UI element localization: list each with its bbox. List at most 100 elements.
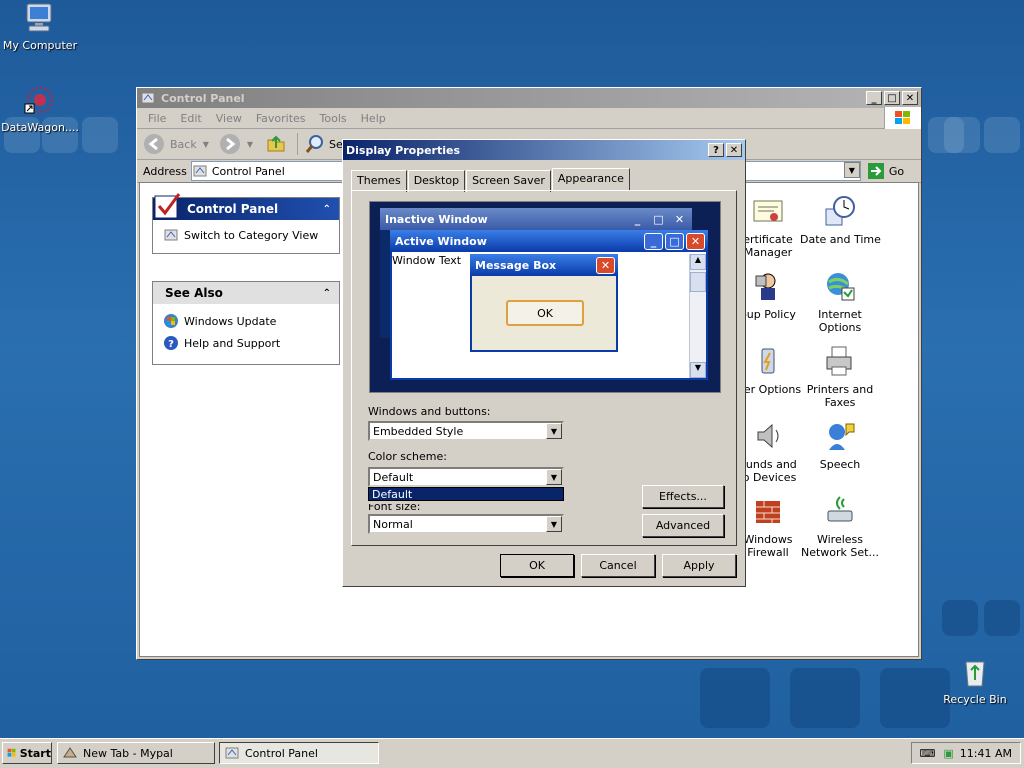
menu-tools[interactable]: Tools [320, 112, 347, 125]
clock[interactable]: 11:41 AM [960, 747, 1012, 760]
windows-flag [884, 107, 921, 129]
speech-icon [829, 423, 855, 450]
menu-favorites[interactable]: Favorites [256, 112, 306, 125]
maximize-icon: □ [653, 212, 664, 226]
close-button[interactable]: ✕ [902, 91, 918, 105]
menu-help[interactable]: Help [361, 112, 386, 125]
help-and-support-link[interactable]: ? Help and Support [153, 332, 339, 354]
cp-item-speech[interactable]: Speech [800, 420, 880, 471]
tab-themes[interactable]: Themes [351, 170, 407, 192]
recycle-bin-icon [965, 661, 985, 687]
datawagon-desktop-icon[interactable]: DataWagon.... [0, 84, 80, 134]
color-scheme-select[interactable]: Default ▼ [368, 467, 564, 487]
appearance-tab-page: Inactive Window _ □ ✕ Active Window _ □ … [351, 190, 737, 546]
font-size-select[interactable]: Normal ▼ [368, 514, 564, 534]
my-computer-desktop-icon[interactable]: My Computer [0, 2, 80, 52]
back-arrow-icon [144, 134, 164, 154]
active-window-title: Active Window [395, 234, 487, 248]
cp-item-label: Date and Time [800, 233, 881, 246]
svg-text:?: ? [168, 339, 174, 350]
task-pane-header[interactable]: Control Panel ⌃ [153, 193, 339, 220]
cp-item-wireless-network-setup[interactable]: Wireless Network Set... [800, 495, 880, 559]
chevron-down-icon[interactable]: ▼ [546, 516, 562, 532]
color-scheme-label: Color scheme: [368, 450, 447, 463]
advanced-button[interactable]: Advanced [642, 514, 724, 537]
appearance-preview: Inactive Window _ □ ✕ Active Window _ □ … [369, 201, 721, 393]
cancel-button[interactable]: Cancel [581, 554, 655, 577]
menu-edit[interactable]: Edit [180, 112, 201, 125]
search-icon [305, 135, 324, 153]
taskbar-item-label: New Tab - Mypal [83, 746, 173, 760]
chevron-down-icon[interactable]: ▼ [546, 423, 562, 439]
ok-button[interactable]: OK [500, 554, 574, 577]
dialog-titlebar[interactable]: Display Properties ? ✕ [343, 140, 745, 160]
back-button[interactable]: Back ▼ [143, 133, 209, 155]
link-label: Switch to Category View [184, 228, 319, 242]
go-button[interactable]: Go [867, 162, 904, 180]
select-value: Normal [373, 517, 413, 531]
control-panel-titlebar[interactable]: Control Panel _ □ ✕ [137, 88, 921, 108]
cp-item-printers-and-faxes[interactable]: Printers and Faxes [800, 345, 880, 409]
tab-screen-saver[interactable]: Screen Saver [466, 170, 551, 192]
see-also-title: See Also [165, 286, 223, 300]
search-button[interactable]: Se [297, 133, 343, 155]
message-box-titlebar: Message Box ✕ [470, 254, 618, 276]
minimize-button[interactable]: _ [866, 91, 882, 105]
link-label: Help and Support [184, 336, 281, 350]
help-icon: ? [164, 336, 178, 350]
cp-item-internet-options[interactable]: Internet Options [800, 270, 880, 334]
taskbar: Start New Tab - Mypal Control Panel ⌨ ▣ … [0, 738, 1024, 768]
chevron-down-icon[interactable]: ▼ [546, 469, 562, 485]
taskbar-item-mypal[interactable]: New Tab - Mypal [57, 742, 215, 764]
windows-update-link[interactable]: Windows Update [153, 310, 339, 332]
keyboard-icon[interactable]: ⌨ [919, 747, 935, 760]
close-icon: ✕ [674, 212, 685, 226]
start-button[interactable]: Start [2, 742, 52, 764]
color-scheme-dropdown-option[interactable]: Default [368, 487, 564, 501]
tab-desktop[interactable]: Desktop [407, 170, 466, 192]
window-title: Control Panel [161, 91, 245, 105]
cp-item-label: Internet Options [818, 308, 862, 334]
address-dropdown-button[interactable]: ▼ [843, 162, 860, 178]
taskbar-item-control-panel[interactable]: Control Panel [219, 742, 379, 764]
switch-to-category-view-link[interactable]: Switch to Category View [153, 220, 339, 253]
address-label: Address [143, 164, 187, 178]
windows-and-buttons-label: Windows and buttons: [368, 405, 491, 418]
apply-button[interactable]: Apply [662, 554, 736, 577]
effects-button[interactable]: Effects... [642, 485, 724, 508]
task-pane-title: Control Panel [187, 202, 279, 216]
menu-view[interactable]: View [216, 112, 242, 125]
inactive-window-title: Inactive Window [385, 212, 488, 226]
close-icon: ✕ [686, 232, 705, 250]
see-also-pane: See Also ⌃ Windows Update ? Help and Sup… [152, 281, 340, 365]
cp-item-label: Wireless Network Set... [801, 533, 879, 559]
help-icon: ? [713, 144, 719, 156]
see-also-header[interactable]: See Also ⌃ [153, 282, 339, 304]
cp-item-date-and-time[interactable]: Date and Time [800, 195, 881, 246]
power-options-icon [761, 348, 775, 374]
dropdown-arrow-icon: ▼ [202, 139, 209, 149]
desktop-icon-label: My Computer [2, 39, 78, 52]
minimize-icon: _ [871, 92, 877, 104]
start-label: Start [19, 746, 51, 760]
forward-arrow-icon [219, 134, 240, 154]
up-folder-icon [267, 135, 285, 151]
menu-bar: File Edit View Favorites Tools Help [137, 107, 921, 129]
chevron-up-icon: ▲ [690, 254, 706, 270]
maximize-button[interactable]: □ [884, 91, 900, 105]
go-arrow-icon [867, 163, 884, 179]
desktop-icon-label: DataWagon.... [1, 121, 79, 134]
recycle-bin-desktop-icon[interactable]: Recycle Bin [935, 656, 1015, 706]
help-button[interactable]: ? [708, 143, 724, 157]
chevron-down-icon: ▼ [690, 362, 706, 378]
tab-appearance[interactable]: Appearance [551, 168, 630, 190]
up-folder-button[interactable] [265, 132, 287, 157]
forward-button[interactable]: ▼ [219, 133, 253, 155]
computer-icon [26, 3, 52, 32]
display-properties-dialog: Display Properties ? ✕ Themes Desktop Sc… [342, 139, 746, 587]
network-icon[interactable]: ▣ [943, 747, 953, 760]
mypal-browser-icon [63, 747, 77, 758]
menu-file[interactable]: File [148, 112, 166, 125]
windows-and-buttons-select[interactable]: Embedded Style ▼ [368, 421, 564, 441]
close-button[interactable]: ✕ [726, 143, 742, 157]
